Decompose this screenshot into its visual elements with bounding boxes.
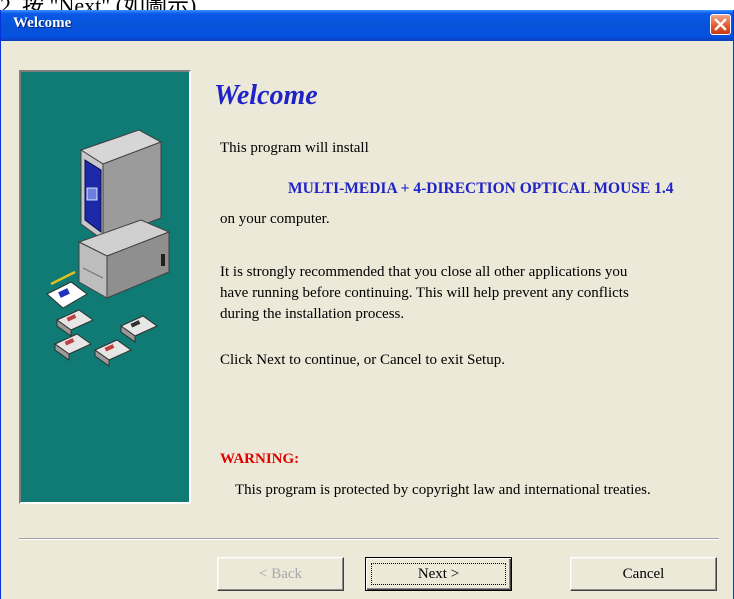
product-name: MULTI-MEDIA + 4-DIRECTION OPTICAL MOUSE … bbox=[288, 180, 674, 197]
recommend-line-1: It is strongly recommended that you clos… bbox=[220, 264, 628, 280]
on-your-computer-text: on your computer. bbox=[220, 211, 330, 227]
page: 2. 按 "Next" (如圖示) Welcome Welcome This p… bbox=[0, 0, 734, 599]
computer-with-disks-icon bbox=[46, 129, 171, 367]
install-intro-text: This program will install bbox=[220, 140, 369, 156]
next-button[interactable]: Next > bbox=[365, 557, 512, 591]
warning-label: WARNING: bbox=[220, 451, 300, 467]
focus-ring bbox=[371, 563, 506, 585]
window-title: Welcome bbox=[13, 15, 72, 31]
continue-instruction: Click Next to continue, or Cancel to exi… bbox=[220, 352, 505, 368]
title-bar[interactable]: Welcome bbox=[1, 10, 733, 41]
cancel-button-label: Cancel bbox=[622, 565, 665, 582]
cancel-button[interactable]: Cancel bbox=[570, 557, 717, 591]
close-x-icon bbox=[714, 18, 727, 31]
side-illustration-panel bbox=[19, 70, 191, 504]
welcome-heading: Welcome bbox=[214, 80, 318, 111]
close-button[interactable] bbox=[710, 14, 731, 35]
recommend-line-2: have running before continuing. This wil… bbox=[220, 285, 629, 301]
copyright-notice: This program is protected by copyright l… bbox=[235, 482, 651, 498]
setup-dialog: Welcome Welcome This program will instal… bbox=[0, 10, 734, 599]
recommend-line-3: during the installation process. bbox=[220, 306, 405, 322]
back-button[interactable]: < Back bbox=[217, 557, 344, 591]
back-button-label: < Back bbox=[258, 565, 303, 582]
button-separator bbox=[19, 538, 719, 540]
